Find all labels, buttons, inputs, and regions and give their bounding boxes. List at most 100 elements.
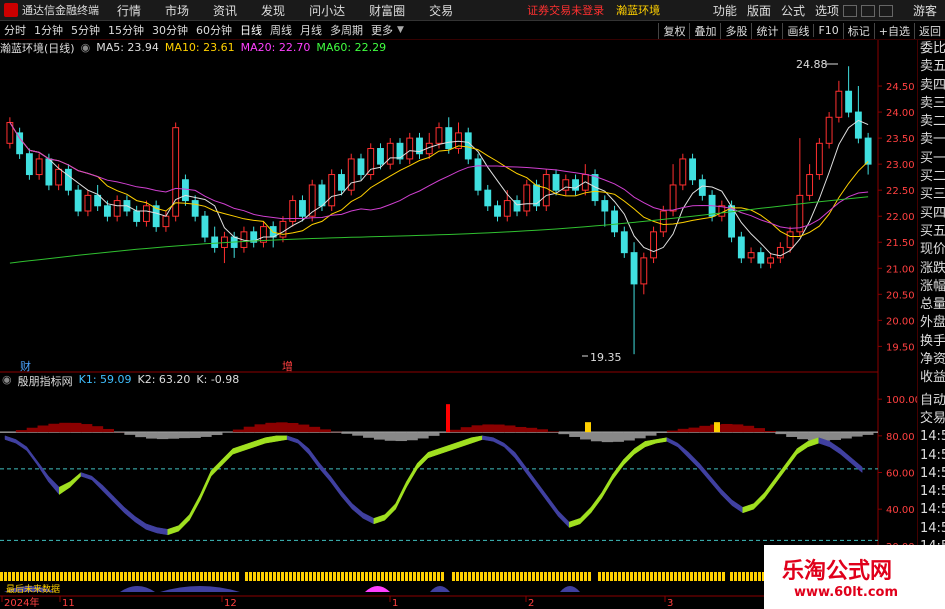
more-dropdown-icon[interactable]: ▼ <box>397 25 404 35</box>
strip-yellow-cell <box>28 572 31 581</box>
ma5-value: MA5: 23.94 <box>96 41 159 54</box>
candle-body <box>650 231 657 259</box>
menu-xuanxiang[interactable]: 选项 <box>815 2 839 19</box>
strip-yellow-cell <box>253 572 256 581</box>
menu-wenxiaoda[interactable]: 问小达 <box>309 2 345 19</box>
fuquan-button[interactable]: 复权 <box>658 22 689 39</box>
menu-caifuquan[interactable]: 财富圈 <box>369 2 405 19</box>
side-item[interactable]: 14:56 <box>918 520 945 538</box>
strip-yellow-cell <box>168 572 171 581</box>
wave-gray <box>862 432 874 435</box>
side-item[interactable]: 14:56 <box>918 501 945 519</box>
candle-body <box>435 127 443 144</box>
strip-yellow-cell <box>389 572 392 581</box>
strip-yellow-cell <box>532 572 535 581</box>
stock-title[interactable]: 瀚蓝环境(日线) <box>0 40 75 56</box>
side-item[interactable]: 交易 <box>918 410 945 428</box>
future-data-note: 最后未来数据 <box>6 583 60 595</box>
strip-yellow-cell <box>321 572 324 581</box>
strip-yellow-cell <box>678 572 681 581</box>
ma-legend: 瀚蓝环境(日线) ◉ MA5: 23.94 MA10: 23.61 MA20: … <box>0 40 392 55</box>
strip-yellow-cell <box>32 572 35 581</box>
strip-yellow-cell <box>192 572 195 581</box>
menu-gongshi[interactable]: 公式 <box>781 2 805 19</box>
menu-banmian[interactable]: 版面 <box>747 2 771 19</box>
back-button[interactable]: 返回 <box>914 22 945 39</box>
strip-yellow-cell <box>224 572 227 581</box>
indicator-band <box>634 440 646 455</box>
wave-gray <box>373 432 386 440</box>
candle-body <box>767 257 775 264</box>
strip-yellow-cell <box>536 572 539 581</box>
low-price-label: 19.35 <box>590 351 622 364</box>
menu-gongneng[interactable]: 功能 <box>713 2 737 19</box>
f10-button[interactable]: F10 <box>813 24 842 37</box>
strip-yellow-cell <box>104 572 107 581</box>
strip-yellow-cell <box>116 572 119 581</box>
wave-red <box>493 424 505 433</box>
strip-yellow-cell <box>492 572 495 581</box>
period-fenshi[interactable]: 分时 <box>0 22 30 38</box>
strip-yellow-cell <box>325 572 328 581</box>
indicator-band <box>80 472 93 481</box>
side-item[interactable]: 14:56 <box>918 465 945 483</box>
indicator-band <box>503 442 516 459</box>
period-5min[interactable]: 5分钟 <box>67 22 104 38</box>
trade-status-notice[interactable]: 证券交易未登录 <box>527 2 604 18</box>
period-multi[interactable]: 多周期 <box>326 22 367 38</box>
chart-area[interactable]: 24.50 24.00 23.50 23.00 22.50 22.00 21.50 21.00… <box>0 40 917 609</box>
biaoji-button[interactable]: 标记 <box>842 22 874 39</box>
period-weekly[interactable]: 周线 <box>266 22 296 38</box>
strip-yellow-cell <box>496 572 499 581</box>
tongji-button[interactable]: 统计 <box>751 22 782 39</box>
wave-gray <box>428 432 440 436</box>
period-more[interactable]: 更多 <box>367 22 397 38</box>
strip-yellow-cell <box>341 572 344 581</box>
menu-faxian[interactable]: 发现 <box>261 2 285 19</box>
strip-yellow-cell <box>216 572 219 581</box>
side-item: 买一 <box>920 150 945 166</box>
wave-gray <box>352 432 364 436</box>
menu-shichang[interactable]: 市场 <box>165 2 189 19</box>
wave-red <box>688 427 700 433</box>
strip-yellow-cell <box>309 572 312 581</box>
period-monthly[interactable]: 月线 <box>296 22 326 38</box>
period-60min[interactable]: 60分钟 <box>192 22 236 38</box>
strip-yellow-cell <box>722 572 725 581</box>
price-tick-label: 23.50 <box>886 134 915 145</box>
add-watchlist-button[interactable]: +自选 <box>873 22 914 39</box>
indicator-band <box>167 525 179 536</box>
candle-body <box>542 174 550 207</box>
guest-login[interactable]: 游客 <box>913 2 937 19</box>
candle-body <box>55 168 63 186</box>
maximize-button[interactable] <box>860 4 875 17</box>
diejia-button[interactable]: 叠加 <box>689 22 720 39</box>
duogu-button[interactable]: 多股 <box>720 22 751 39</box>
indicator-toggle-icon[interactable]: ◉ <box>2 373 12 389</box>
menu-jiaoyi[interactable]: 交易 <box>429 2 453 19</box>
side-item[interactable]: 14:56 <box>918 428 945 446</box>
period-daily[interactable]: 日线 <box>236 22 266 38</box>
strip-yellow-cell <box>80 572 83 581</box>
wave-gray <box>395 432 407 442</box>
close-button[interactable] <box>878 4 893 17</box>
wave-red <box>15 430 28 433</box>
period-30min[interactable]: 30分钟 <box>148 22 192 38</box>
period-1min[interactable]: 1分钟 <box>30 22 67 38</box>
candle-body <box>318 184 326 207</box>
side-item[interactable]: 14:56 <box>918 483 945 501</box>
menu-zixun[interactable]: 资讯 <box>213 2 237 19</box>
signal-yellow-bar <box>585 422 591 433</box>
minimize-button[interactable] <box>842 4 857 17</box>
indicator-band <box>286 435 299 444</box>
legend-toggle-icon[interactable]: ◉ <box>81 41 91 54</box>
period-15min[interactable]: 15分钟 <box>104 22 148 38</box>
menu-hangqing[interactable]: 行情 <box>117 2 141 19</box>
side-item[interactable]: 自动 <box>918 392 945 410</box>
strip-yellow-cell <box>245 572 248 581</box>
huaxian-button[interactable]: 画线 <box>782 22 813 39</box>
strip-yellow-cell <box>702 572 705 581</box>
side-item[interactable]: 14:56 <box>918 447 945 465</box>
indicator-name[interactable]: 殷朋指标网 <box>18 373 73 389</box>
candle-body <box>386 142 394 165</box>
